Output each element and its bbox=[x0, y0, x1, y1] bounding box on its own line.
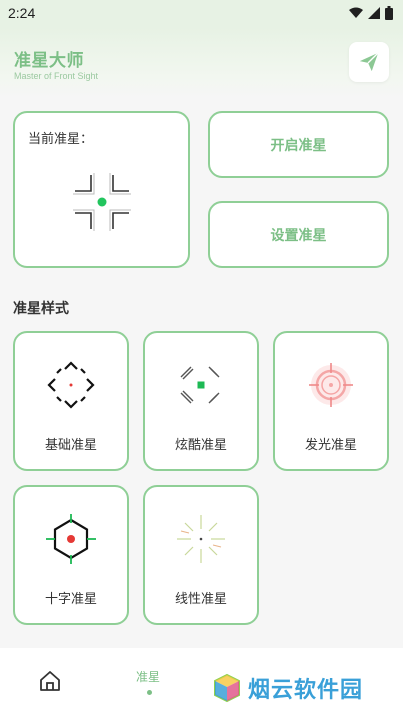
home-icon bbox=[40, 671, 60, 691]
style-card-cross[interactable]: 十字准星 bbox=[13, 485, 129, 625]
linear-crosshair-icon bbox=[177, 515, 225, 563]
battery-icon bbox=[385, 6, 393, 20]
cross-crosshair-icon bbox=[46, 514, 96, 564]
current-crosshair-preview bbox=[73, 173, 131, 231]
cool-crosshair-icon bbox=[180, 366, 220, 404]
styles-section-title: 准星样式 bbox=[13, 301, 69, 317]
style-card-linear[interactable]: 线性准星 bbox=[143, 485, 259, 625]
app-title: 准星大师 bbox=[14, 51, 84, 71]
current-crosshair-card: 当前准星： bbox=[13, 111, 190, 268]
status-icons bbox=[349, 6, 393, 20]
style-label-cross: 十字准星 bbox=[44, 592, 97, 607]
cube-logo-icon bbox=[214, 673, 240, 703]
style-card-cool[interactable]: 炫酷准星 bbox=[143, 331, 259, 471]
watermark-text: 烟云软件园 bbox=[248, 678, 364, 703]
style-label-basic: 基础准星 bbox=[44, 438, 97, 453]
style-card-glow[interactable]: 发光准星 bbox=[273, 331, 389, 471]
app-subtitle: Master of Front Sight bbox=[14, 71, 99, 81]
style-label-linear: 线性准星 bbox=[174, 592, 227, 607]
basic-crosshair-icon bbox=[47, 361, 95, 409]
open-crosshair-button[interactable]: 开启准星 bbox=[208, 111, 389, 178]
tab-crosshair[interactable]: 准星 bbox=[136, 668, 160, 685]
home-tab[interactable] bbox=[38, 670, 62, 696]
current-crosshair-label: 当前准星： bbox=[28, 132, 94, 147]
app-header: 准星大师 Master of Front Sight bbox=[0, 28, 403, 98]
style-card-basic[interactable]: 基础准星 bbox=[13, 331, 129, 471]
signal-icon bbox=[368, 7, 380, 19]
style-label-cool: 炫酷准星 bbox=[174, 438, 227, 453]
glow-crosshair-icon bbox=[309, 363, 353, 407]
watermark: 烟云软件园 bbox=[212, 672, 363, 704]
status-bar: 2:24 bbox=[0, 0, 403, 28]
paper-plane-icon bbox=[359, 52, 379, 72]
status-time: 2:24 bbox=[8, 5, 36, 21]
wifi-icon bbox=[349, 7, 363, 18]
style-label-glow: 发光准星 bbox=[304, 438, 357, 453]
set-crosshair-button[interactable]: 设置准星 bbox=[208, 201, 389, 268]
active-tab-indicator bbox=[147, 690, 152, 695]
share-button[interactable] bbox=[349, 42, 389, 82]
